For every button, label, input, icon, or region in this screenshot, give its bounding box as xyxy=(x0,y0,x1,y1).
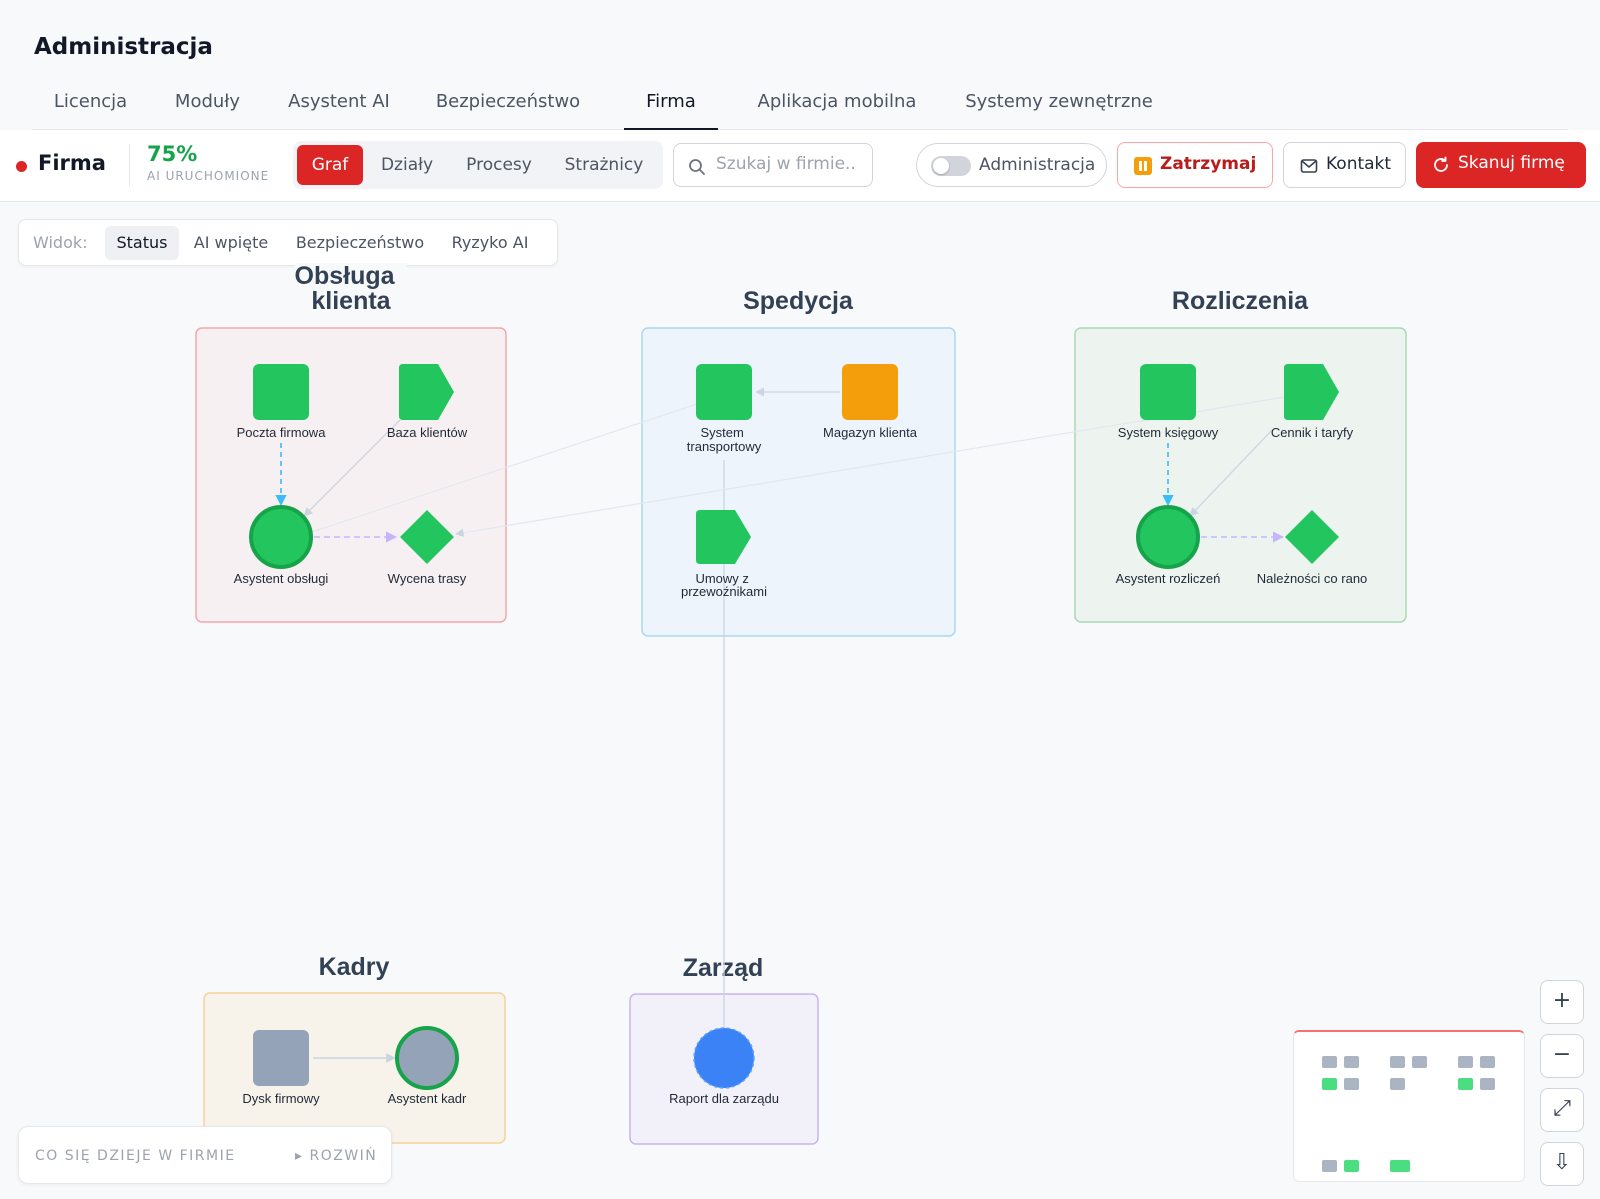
node-label: Należności co rano xyxy=(1257,571,1368,586)
node-label: Baza klientów xyxy=(387,425,468,440)
node-circle-icon xyxy=(395,1026,459,1090)
node-label-line: Baza klientów xyxy=(387,425,468,440)
zoom-in-button[interactable]: + xyxy=(1540,980,1584,1024)
minimap-node xyxy=(1480,1078,1495,1090)
node-square-icon xyxy=(253,364,309,420)
feed-title: CO SIĘ DZIEJE W FIRMIE xyxy=(35,1148,236,1164)
node-square-icon xyxy=(253,1030,309,1086)
node-label-line: Magazyn klienta xyxy=(823,425,918,440)
node-label-line: Asystent kadr xyxy=(388,1091,467,1106)
node-label: Asystent rozliczeń xyxy=(1116,571,1221,586)
minimap-node xyxy=(1322,1160,1337,1172)
node-label: Dysk firmowy xyxy=(242,1091,320,1106)
minimap-node xyxy=(1390,1056,1405,1068)
minimap-node xyxy=(1458,1078,1473,1090)
minimap-node xyxy=(1344,1056,1359,1068)
group-kadry[interactable]: Kadry xyxy=(203,951,506,1144)
node-label: Wycena trasy xyxy=(388,571,467,586)
node-circle-icon xyxy=(1136,505,1200,569)
group-title-line: Zarząd xyxy=(683,954,764,982)
group-obsluga-klienta[interactable]: Obsługa klienta xyxy=(195,262,507,623)
node-label: Poczta firmowa xyxy=(237,425,327,440)
group-title-line: Spedycja xyxy=(743,287,854,315)
zoom-out-button[interactable]: − xyxy=(1540,1034,1584,1078)
node-label-line: Poczta firmowa xyxy=(237,425,327,440)
node-label-line: System xyxy=(701,425,744,440)
minimap-node xyxy=(1458,1056,1473,1068)
group-title-line: Rozliczenia xyxy=(1172,287,1309,315)
node-label-line: Wycena trasy xyxy=(388,571,467,586)
node-label-line: Asystent rozliczeń xyxy=(1116,571,1221,586)
node-circle-icon xyxy=(693,1027,755,1089)
minimap-node xyxy=(1390,1160,1410,1172)
group-title-obsluga: Obsługa klienta xyxy=(295,262,402,315)
minimap[interactable] xyxy=(1293,1030,1525,1182)
minimap-node xyxy=(1412,1056,1427,1068)
minimap-node xyxy=(1344,1078,1359,1090)
node-label-line: System księgowy xyxy=(1118,425,1219,440)
node-label: System księgowy xyxy=(1118,425,1219,440)
node-label: Raport dla zarządu xyxy=(669,1091,779,1106)
group-title-zarzad: Zarząd xyxy=(683,954,764,982)
minimap-node xyxy=(1322,1078,1337,1090)
node-label-line: Cennik i taryfy xyxy=(1271,425,1354,440)
group-title-rozliczenia: Rozliczenia xyxy=(1172,287,1309,315)
group-title-spedycja: Spedycja xyxy=(743,287,854,315)
minimap-node xyxy=(1390,1078,1405,1090)
group-title-kadry: Kadry xyxy=(319,953,390,981)
minimap-node xyxy=(1322,1056,1337,1068)
group-title-line: Kadry xyxy=(319,953,390,981)
node-label: Magazyn klienta xyxy=(823,425,918,440)
node-system-transportowy[interactable]: System transportowy xyxy=(687,364,762,454)
node-square-icon xyxy=(696,364,752,420)
node-label: Asystent kadr xyxy=(388,1091,467,1106)
group-title-line: klienta xyxy=(311,287,391,315)
group-title-line: Obsługa xyxy=(295,262,396,290)
minimap-node xyxy=(1344,1160,1359,1172)
node-square-icon xyxy=(1140,364,1196,420)
node-label-line: przewoźnikami xyxy=(681,584,767,599)
node-label-line: Raport dla zarządu xyxy=(669,1091,779,1106)
node-circle-icon xyxy=(249,505,313,569)
feed-expand-button[interactable]: ▸ ROZWIŃ xyxy=(295,1148,377,1164)
node-square-icon xyxy=(842,364,898,420)
node-label: Cennik i taryfy xyxy=(1271,425,1354,440)
node-dysk-firmowy[interactable]: Dysk firmowy xyxy=(242,1030,320,1106)
node-label: Asystent obsługi xyxy=(234,571,329,586)
company-graph[interactable]: Obsługa klienta Spedycja Rozliczenia Kad… xyxy=(0,0,1600,1199)
node-label-line: Dysk firmowy xyxy=(242,1091,320,1106)
node-label-line: transportowy xyxy=(687,439,762,454)
fit-view-button[interactable]: ⤢ xyxy=(1540,1088,1584,1132)
export-button[interactable]: ⇩ xyxy=(1540,1142,1584,1186)
activity-feed-panel: CO SIĘ DZIEJE W FIRMIE ▸ ROZWIŃ xyxy=(18,1126,392,1184)
node-label-line: Należności co rano xyxy=(1257,571,1368,586)
minimap-node xyxy=(1480,1056,1495,1068)
node-label-line: Asystent obsługi xyxy=(234,571,329,586)
